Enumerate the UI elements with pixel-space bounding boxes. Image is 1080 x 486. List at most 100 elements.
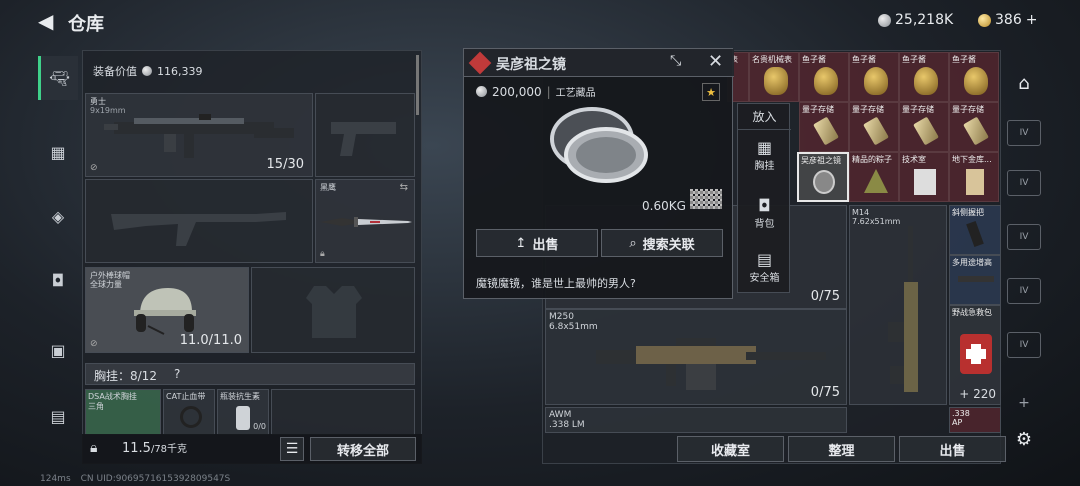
- grid-item-mirror-selected[interactable]: 吴彦祖之镜: [797, 152, 849, 202]
- pistol-outline-icon: [331, 122, 396, 156]
- rig-item-cat[interactable]: CAT止血带: [163, 389, 215, 435]
- storage-tab-4[interactable]: IV: [1007, 278, 1041, 304]
- armor-outline-icon: [306, 286, 362, 338]
- grid-item-caviar[interactable]: 鱼子酱: [799, 52, 849, 102]
- armor-slot[interactable]: [251, 267, 415, 353]
- rig-item-dsa[interactable]: DSA战术胸挂 三角: [85, 389, 161, 435]
- gold-currency[interactable]: 386 +: [978, 12, 1037, 28]
- weight-icon: 🔒︎: [90, 440, 98, 456]
- grid-item-caviar[interactable]: 鱼子酱: [899, 52, 949, 102]
- collection-room-button[interactable]: 收藏室: [677, 436, 784, 462]
- keycard-icon: [914, 169, 936, 195]
- grid-item-ammo-338[interactable]: .338 AP: [949, 407, 1001, 433]
- storage-tab-5[interactable]: IV: [1007, 332, 1041, 358]
- grip-icon: [966, 221, 984, 247]
- search-icon: ⌕: [629, 235, 637, 251]
- popup-search-button[interactable]: ⌕ 搜索关联: [601, 229, 723, 257]
- grid-item-watch[interactable]: 名贵机械表: [749, 52, 799, 102]
- transfer-all-button[interactable]: 转移全部: [310, 437, 416, 461]
- melee-slot[interactable]: 黑鹰 ⇆ 🔒︎: [315, 179, 415, 263]
- compact-mirror-icon: [550, 107, 648, 183]
- rig-empty-slot[interactable]: [271, 389, 415, 435]
- backpack-icon: ◘: [51, 270, 65, 290]
- grid-item-label: 量子存储: [852, 105, 884, 114]
- grid-item-m250[interactable]: M250 6.8x51mm 0/75: [545, 309, 847, 405]
- grid-item-label: 多用途增高: [952, 258, 992, 267]
- nav-backpack[interactable]: ◘: [38, 260, 78, 300]
- add-tab-icon[interactable]: +: [1007, 390, 1041, 416]
- uid-value: CN UID:9069571615392809547S: [80, 474, 231, 484]
- helmet-slot[interactable]: 户外棒球帽 全球力量 11.0/11.0 ⊘: [85, 267, 249, 353]
- secondary-weapon-slot[interactable]: [85, 179, 313, 263]
- nav-armor[interactable]: ◈: [38, 196, 78, 236]
- armor-icon: ◈: [51, 206, 65, 226]
- place-safebox-option[interactable]: ▤ 安全箱: [738, 250, 791, 294]
- usb-icon: [913, 116, 939, 146]
- silver-coin-icon: [476, 86, 487, 97]
- storage-tab-2[interactable]: IV: [1007, 170, 1041, 196]
- nav-weapons[interactable]: 🔫︎: [38, 56, 78, 100]
- favorite-star-icon[interactable]: ★: [702, 83, 720, 101]
- grid-item-medkit[interactable]: 野战急救包 + 220: [949, 305, 1001, 405]
- grid-item-quantum[interactable]: 量子存储: [849, 102, 899, 152]
- grid-item-grip[interactable]: 斜侧握把: [949, 205, 1001, 255]
- grid-item-zongzi[interactable]: 精品的粽子: [849, 152, 899, 202]
- grid-item-caviar[interactable]: 鱼子酱: [849, 52, 899, 102]
- grid-item-tech[interactable]: 技术室: [899, 152, 949, 202]
- no-insure-icon: ⊘: [90, 163, 98, 173]
- rarity-diamond-icon: [468, 51, 492, 75]
- ping-value: 124ms: [40, 474, 71, 484]
- grid-item-quantum[interactable]: 量子存储: [799, 102, 849, 152]
- caviar-icon: [864, 67, 888, 95]
- mirror-icon: [813, 170, 835, 194]
- storage-tab-3[interactable]: IV: [1007, 224, 1041, 250]
- option-label: 胸挂: [754, 161, 775, 172]
- swap-icon[interactable]: ⇆: [400, 182, 408, 193]
- close-icon[interactable]: ✕: [708, 51, 723, 72]
- grid-item-label: 鱼子酱: [952, 55, 976, 64]
- place-chest-rig-option[interactable]: ▦ 胸挂: [738, 138, 791, 182]
- gold-add[interactable]: +: [1026, 12, 1038, 28]
- primary-weapon-slot[interactable]: 勇士 9x19mm 15/30 ⊘: [85, 93, 313, 177]
- popup-title: 吴彦祖之镜: [496, 57, 566, 73]
- grid-item-quantum[interactable]: 量子存储: [899, 102, 949, 152]
- rig-item-antibiotic[interactable]: 瓶装抗生素 0/0: [217, 389, 269, 435]
- sell-all-button[interactable]: 出售: [899, 436, 1006, 462]
- settings-gear-icon[interactable]: ⚙: [1007, 426, 1041, 452]
- storage-tab-1[interactable]: IV: [1007, 120, 1041, 146]
- grid-item-label: 技术室: [902, 155, 926, 164]
- pistol-icon: 🔫︎: [49, 68, 70, 88]
- grid-item-m14[interactable]: M14 7.62x51mm: [849, 205, 947, 405]
- grid-item-caviar[interactable]: 鱼子酱: [949, 52, 999, 102]
- option-label: 背包: [754, 219, 775, 230]
- grid-item-quantum[interactable]: 量子存储: [949, 102, 999, 152]
- back-button[interactable]: ◀: [38, 9, 53, 33]
- storage-main-tab-icon[interactable]: ⌂: [1007, 66, 1041, 100]
- grid-item-sub: AP: [952, 418, 963, 427]
- rig-item-label: DSA战术胸挂: [88, 392, 137, 401]
- grid-item-scope-mount[interactable]: 多用途增高: [949, 255, 1001, 305]
- awm-caliber: .338 LM: [549, 420, 585, 430]
- pistol-slot[interactable]: [315, 93, 415, 177]
- nav-case[interactable]: ▤: [38, 396, 78, 436]
- place-backpack-option[interactable]: ◘ 背包: [738, 196, 791, 240]
- grid-item-awm[interactable]: AWM .338 LM: [545, 407, 847, 433]
- chest-rig-header: 胸挂：8/12 ?: [85, 363, 415, 385]
- collapse-icon[interactable]: ⤡: [670, 53, 681, 69]
- m14-count: 0/75: [810, 289, 840, 304]
- popup-sell-button[interactable]: ↥ 出售: [476, 229, 598, 257]
- nav-chest-rig[interactable]: ▦: [38, 132, 78, 172]
- zongzi-icon: [864, 169, 888, 193]
- caviar-icon: [964, 67, 988, 95]
- help-icon[interactable]: ?: [174, 367, 180, 381]
- awm-name: AWM: [549, 410, 572, 420]
- list-view-button[interactable]: ☰: [280, 437, 304, 461]
- medkit-count: + 220: [959, 387, 996, 401]
- grid-size-icon: [690, 189, 722, 209]
- grid-item-label: 地下金库...: [952, 155, 992, 164]
- popup-header: 吴彦祖之镜 ⤡ ✕: [464, 49, 734, 77]
- safebox-icon: ▤: [756, 250, 773, 269]
- grid-item-vault[interactable]: 地下金库...: [949, 152, 999, 202]
- sort-button[interactable]: 整理: [788, 436, 895, 462]
- nav-pouch[interactable]: ▣: [38, 330, 78, 370]
